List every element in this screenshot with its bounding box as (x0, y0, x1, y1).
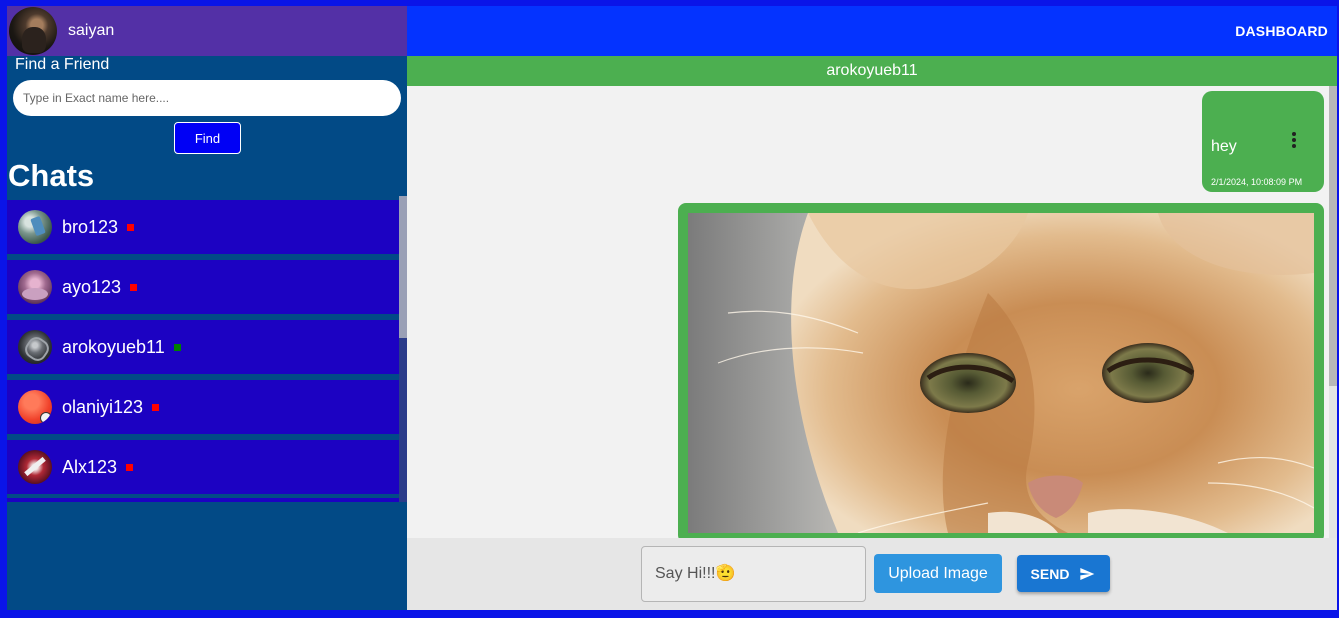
message-list-scrollbar-thumb[interactable] (1329, 86, 1337, 386)
upload-image-button[interactable]: Upload Image (874, 554, 1002, 593)
more-vert-icon[interactable] (1284, 130, 1304, 150)
chat-list: bro123 ayo123 arokoyueb11 olaniyi123 Alx… (7, 196, 399, 502)
profile-username: saiyan (68, 22, 115, 39)
chat-name: Alx123 (62, 456, 118, 477)
contact-avatar (18, 450, 52, 484)
send-button[interactable]: SEND (1017, 555, 1110, 592)
top-bar: DASHBOARD (407, 6, 1337, 56)
chats-heading: Chats (8, 158, 95, 193)
main-panel: DASHBOARD arokoyueb11 hey 2/1/2024, 10:0… (407, 6, 1337, 610)
message-bubble: hey 2/1/2024, 10:08:09 PM (1202, 91, 1324, 192)
contact-avatar (18, 210, 52, 244)
profile-bar: saiyan (7, 6, 407, 56)
chat-name: bro123 (62, 216, 119, 237)
message-list: hey 2/1/2024, 10:08:09 PM (407, 86, 1329, 538)
user-avatar[interactable] (9, 7, 57, 55)
chat-item-alx123[interactable]: Alx123 (7, 440, 399, 494)
find-button[interactable]: Find (174, 122, 241, 154)
image-message-bubble (678, 203, 1324, 538)
chat-item-arokoyueb11[interactable]: arokoyueb11 (7, 320, 399, 374)
offline-status-icon (152, 403, 160, 411)
chat-item-olaniyi123[interactable]: olaniyi123 (7, 380, 399, 434)
online-status-icon (173, 343, 181, 351)
contact-avatar (18, 390, 52, 424)
contact-avatar (18, 270, 52, 304)
offline-status-icon (127, 223, 135, 231)
cat-photo (688, 213, 1314, 533)
offline-status-icon (126, 463, 134, 471)
send-icon (1080, 567, 1095, 580)
message-composer: Upload Image SEND (407, 538, 1337, 610)
message-text: hey (1211, 138, 1237, 155)
chat-name: ayo123 (62, 276, 122, 297)
chat-name: arokoyueb11 (62, 336, 165, 357)
find-friend-label: Find a Friend (15, 56, 110, 73)
app-frame: saiyan Find a Friend Find Chats bro123 a… (7, 6, 1337, 610)
offline-status-icon (130, 283, 138, 291)
find-friend-input[interactable] (13, 80, 401, 116)
conversation-title: arokoyueb11 (826, 62, 918, 79)
chat-name: olaniyi123 (62, 396, 144, 417)
chat-item-partial (7, 498, 399, 502)
dashboard-link[interactable]: DASHBOARD (1235, 23, 1328, 39)
conversation-header: arokoyueb11 (407, 56, 1337, 86)
chat-list-scrollbar-thumb[interactable] (399, 196, 407, 338)
chat-item-ayo123[interactable]: ayo123 (7, 260, 399, 314)
send-button-label: SEND (1030, 565, 1070, 582)
message-timestamp: 2/1/2024, 10:08:09 PM (1211, 177, 1303, 187)
sidebar: saiyan Find a Friend Find Chats bro123 a… (7, 6, 407, 610)
chat-item-bro123[interactable]: bro123 (7, 200, 399, 254)
message-input[interactable] (641, 546, 866, 602)
contact-avatar (18, 330, 52, 364)
